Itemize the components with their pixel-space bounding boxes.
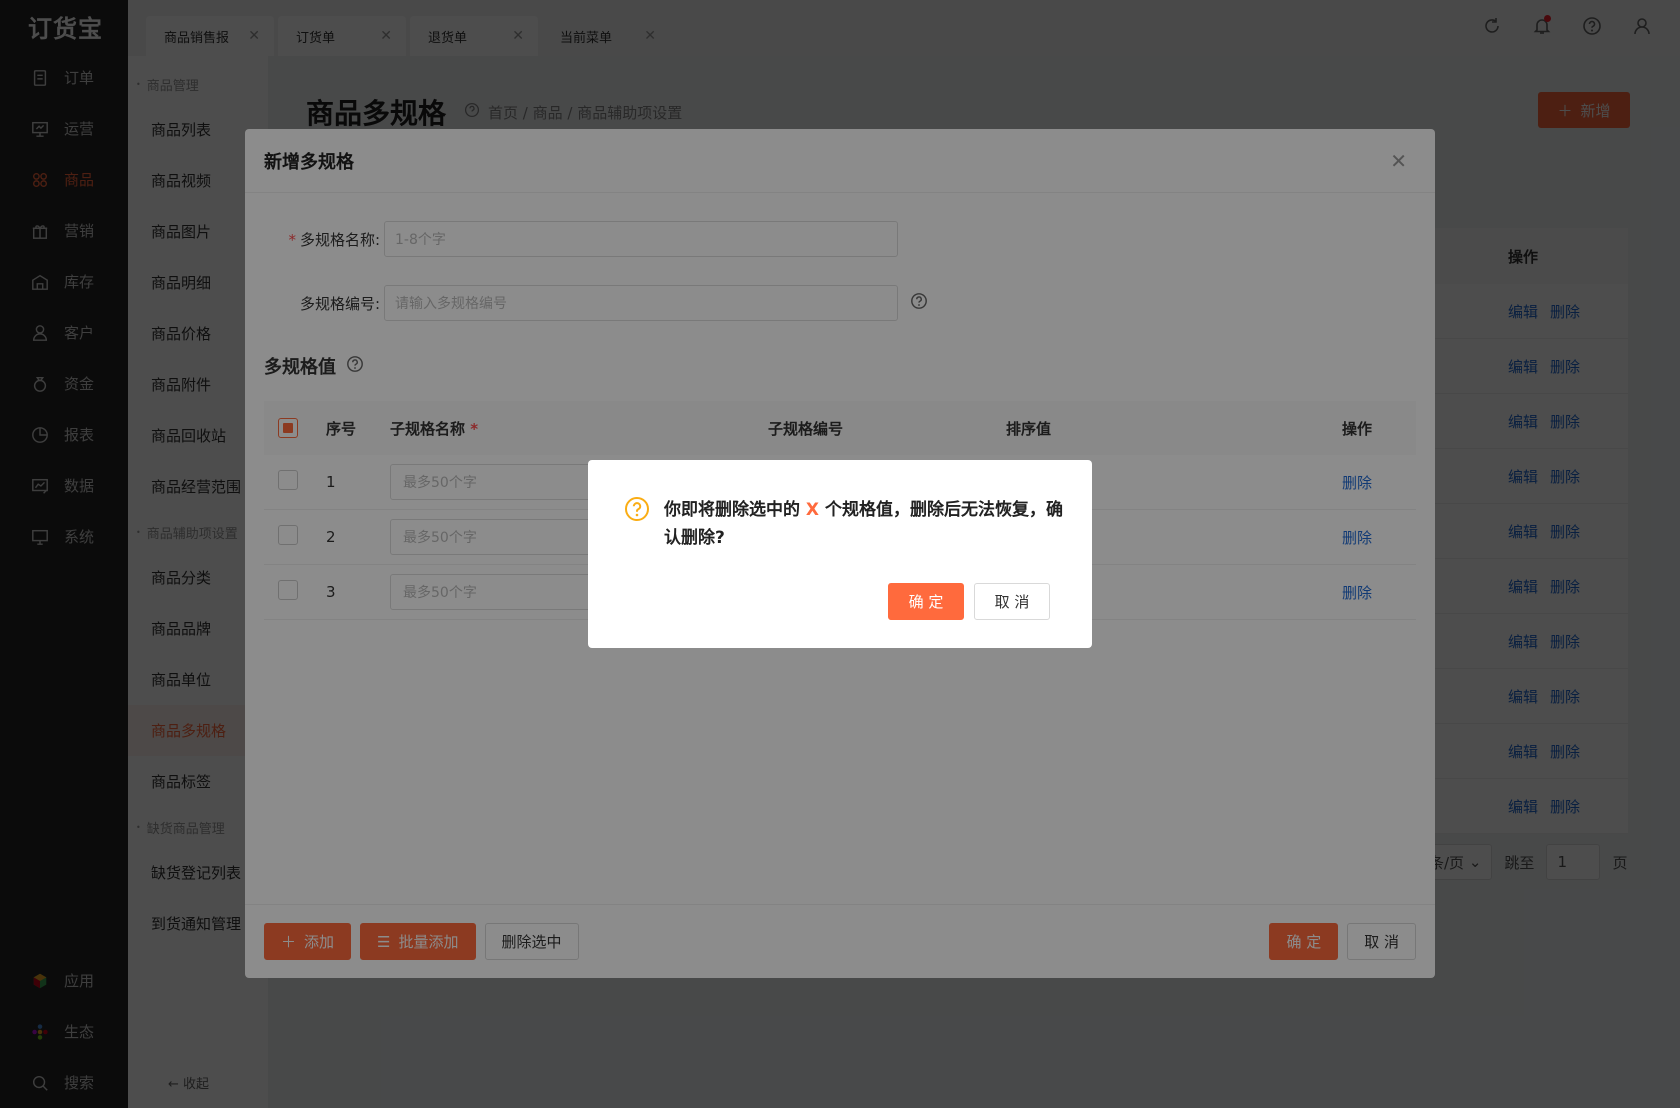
question-icon xyxy=(624,496,650,552)
confirm-cancel-button[interactable]: 取 消 xyxy=(974,583,1050,620)
confirm-message: 你即将删除选中的 X 个规格值，删除后无法恢复，确认删除? xyxy=(664,500,1063,548)
delete-confirm-dialog: 你即将删除选中的 X 个规格值，删除后无法恢复，确认删除? 确 定 取 消 xyxy=(588,460,1092,648)
selected-count: X xyxy=(805,500,820,520)
confirm-ok-button[interactable]: 确 定 xyxy=(888,583,964,620)
